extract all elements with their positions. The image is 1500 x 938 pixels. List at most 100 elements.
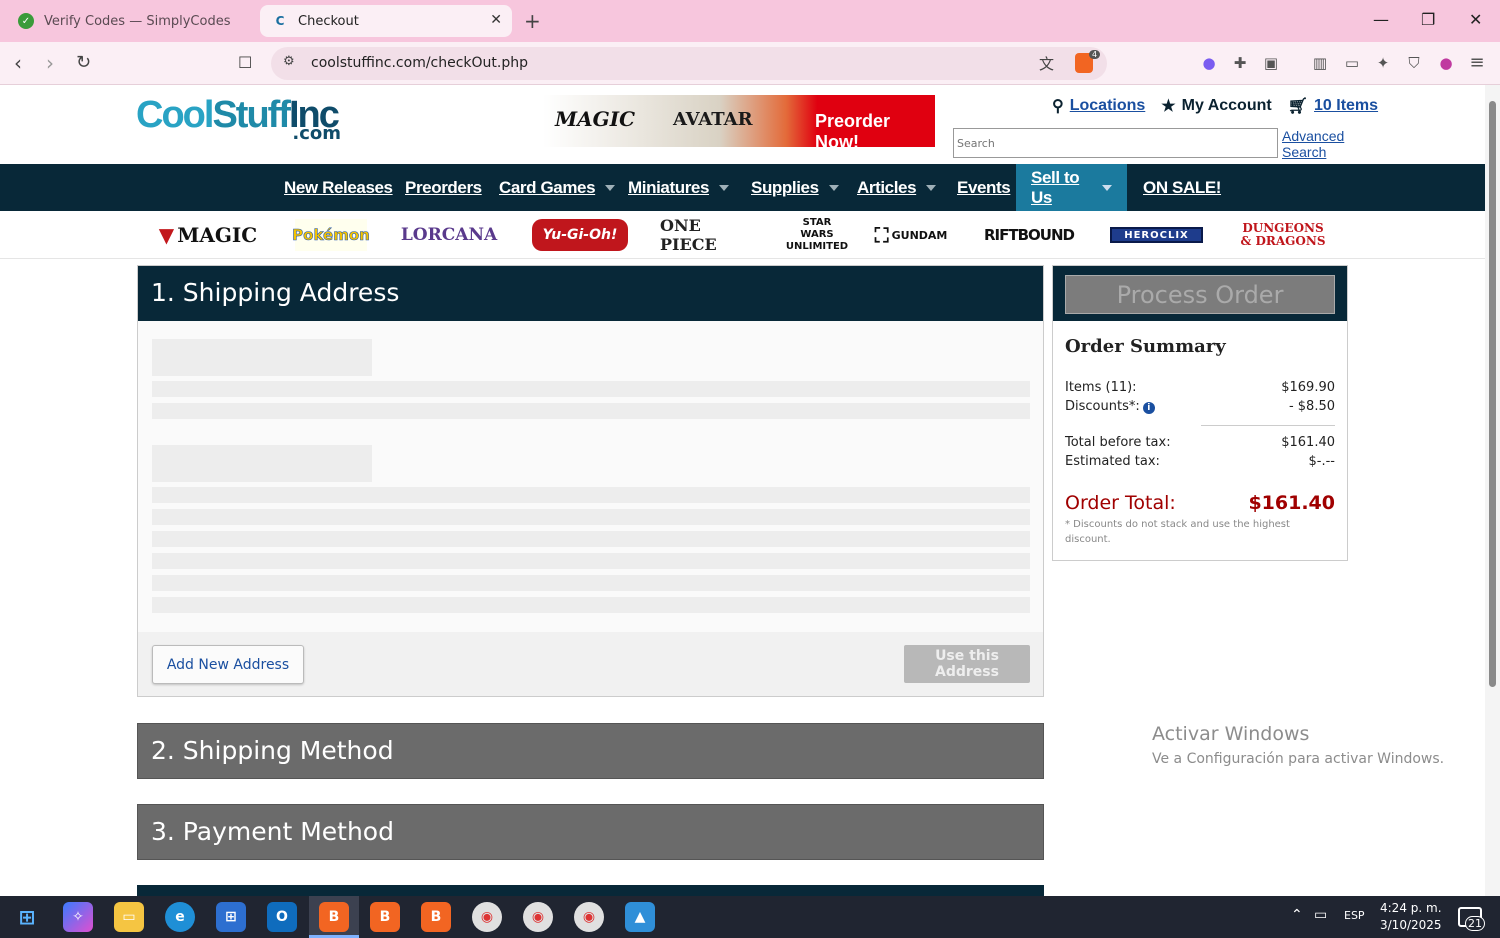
screenshot-icon[interactable]: ▣ [1262,54,1280,72]
location-pin-icon: ⚲ [1052,98,1064,115]
new-tab-icon[interactable]: + [524,9,541,33]
brand-yugioh[interactable]: Yu-Gi-Oh! [532,219,628,251]
search-input[interactable] [954,129,1277,157]
nav-articles[interactable]: Articles [857,164,937,211]
banner-cta: Preorder Now! [815,111,891,147]
brand-lorcana[interactable]: LORCANA [401,219,497,251]
notification-count: 21 [1465,916,1485,931]
wallet-icon[interactable]: ▭ [1343,54,1361,72]
close-tab-icon[interactable]: ✕ [490,12,502,28]
translate-icon[interactable]: 文 [1039,53,1054,74]
brand-one-piece[interactable]: ONE PIECE [660,216,760,254]
edge-icon[interactable]: e [165,902,195,932]
cart-label: 10 Items [1314,97,1379,114]
chrome-profile-icon[interactable]: ◉ [523,902,553,932]
logo-part: Cool [136,94,214,136]
chrome-profile-icon[interactable]: ◉ [472,902,502,932]
shipping-address-heading[interactable]: 1. Shipping Address [138,266,1043,321]
nav-new-releases[interactable]: New Releases [284,164,393,211]
brave-profile-icon[interactable]: B [370,902,400,932]
items-row: Items (11): $169.90 [1065,380,1335,395]
photos-icon[interactable]: ▲ [625,902,655,932]
scrollbar-thumb[interactable] [1489,101,1496,687]
minimize-icon[interactable]: — [1373,10,1389,29]
locations-link[interactable]: ⚲ Locations [1052,96,1145,116]
brand-pokemon[interactable]: Pokémon [292,219,370,251]
brand-label: GUNDAM [891,228,948,242]
chrome-profile-icon[interactable]: ◉ [574,902,604,932]
info-icon[interactable]: i [1142,402,1155,414]
order-summary-header: Process Order [1053,266,1347,321]
payment-method-heading[interactable]: 3. Payment Method [137,804,1044,860]
use-this-address-button[interactable]: Use this Address [904,645,1030,683]
shipping-method-heading[interactable]: 2. Shipping Method [137,723,1044,779]
nav-events[interactable]: Events [957,164,1011,211]
profile-avatar-icon[interactable]: ● [1437,54,1455,72]
discounts-value: - $8.50 [1288,399,1335,414]
reload-icon[interactable]: ↻ [76,52,91,73]
brave-icon[interactable]: B [319,902,349,932]
close-window-icon[interactable]: ✕ [1469,10,1482,29]
coolstuffinc-logo[interactable]: CoolStuffInc .com [136,95,341,145]
leo-ai-icon[interactable]: ✦ [1374,54,1392,72]
preorder-banner[interactable]: MAGIC AVATAR Preorder Now! [543,95,935,147]
advanced-search-link[interactable]: Advanced Search [1282,128,1362,160]
nav-label: Miniatures [628,177,710,197]
copilot-icon[interactable]: ✧ [63,902,93,932]
forward-icon[interactable]: › [46,51,54,75]
before-tax-label: Total before tax: [1065,435,1171,450]
brand-dungeons-dragons[interactable]: DUNGEONS & DRAGONS [1238,219,1328,251]
sidebar-icon[interactable]: ▥ [1311,54,1329,72]
page-scrollbar[interactable] [1485,85,1500,896]
nav-label: Supplies [751,177,819,197]
extension-purple-icon[interactable]: ● [1200,54,1218,72]
items-label: Items (11): [1065,380,1137,395]
brand-magic[interactable]: ▼ MAGIC [155,219,261,251]
nav-miniatures[interactable]: Miniatures [628,164,730,211]
cart-link[interactable]: 🛒︎ 10 Items [1288,96,1378,116]
discounts-label-wrap: Discounts*: i [1065,399,1155,414]
nav-on-sale[interactable]: ON SALE! [1143,164,1221,211]
brave-profile-icon[interactable]: B [421,902,451,932]
extensions-icon[interactable]: ✚ [1231,54,1249,72]
system-clock[interactable]: 4:24 p. m. 3/10/2025 [1380,900,1442,934]
vpn-icon[interactable]: ⛉ [1405,54,1423,72]
network-icon[interactable]: ▭ [1314,907,1327,923]
menu-icon[interactable]: ≡ [1468,54,1486,72]
back-icon[interactable]: ‹ [14,51,22,75]
address-bar[interactable]: ⚙ coolstuffinc.com/checkOut.php 文 4 [271,47,1107,80]
nav-sell-to-us[interactable]: Sell to Us [1016,164,1127,211]
add-new-address-button[interactable]: Add New Address [152,645,304,684]
nav-supplies[interactable]: Supplies [751,164,839,211]
skeleton-block [152,445,372,482]
search-field[interactable] [953,128,1278,158]
brand-star-wars[interactable]: STAR WARS UNLIMITED [786,217,848,252]
tab-title: Checkout [298,13,359,29]
bookmark-icon[interactable]: ☐ [238,53,252,72]
brand-gundam[interactable]: ⛶ GUNDAM [874,219,948,251]
process-order-button[interactable]: Process Order [1065,275,1335,314]
discounts-row: Discounts*: i - $8.50 [1065,399,1335,414]
brand-logo-bar: ▼ MAGIC Pokémon LORCANA Yu-Gi-Oh! ONE PIE… [0,211,1485,259]
banner-avatar-logo: AVATAR [673,109,753,130]
nav-card-games[interactable]: Card Games [499,164,616,211]
restore-icon[interactable]: ❐ [1421,10,1435,29]
next-step-heading[interactable] [137,885,1044,896]
file-explorer-icon[interactable]: ▭ [114,902,144,932]
order-summary-panel: Process Order Order Summary Items (11): … [1052,265,1348,561]
brand-riftbound[interactable]: RIFTBOUND [982,219,1076,251]
my-account-link[interactable]: ★ My Account [1161,96,1271,116]
tab-checkout[interactable]: C Checkout ✕ [260,5,512,37]
nav-preorders[interactable]: Preorders [405,164,482,211]
magic-flame-icon: ▼ [158,223,175,247]
before-tax-row: Total before tax: $161.40 [1065,435,1335,450]
outlook-icon[interactable]: O [267,902,297,932]
tab-simplycodes[interactable]: ✓ Verify Codes — SimplyCodes [6,5,256,37]
site-info-icon[interactable]: ⚙ [283,54,295,69]
store-icon[interactable]: ⊞ [216,902,246,932]
windows-start-icon[interactable]: ⊞ [12,902,42,932]
language-indicator[interactable]: ESP [1344,909,1365,922]
brand-heroclix[interactable]: HEROCLIX [1110,227,1203,243]
shipping-address-loading [138,321,1043,632]
tray-chevron-icon[interactable]: ⌃ [1291,907,1303,923]
